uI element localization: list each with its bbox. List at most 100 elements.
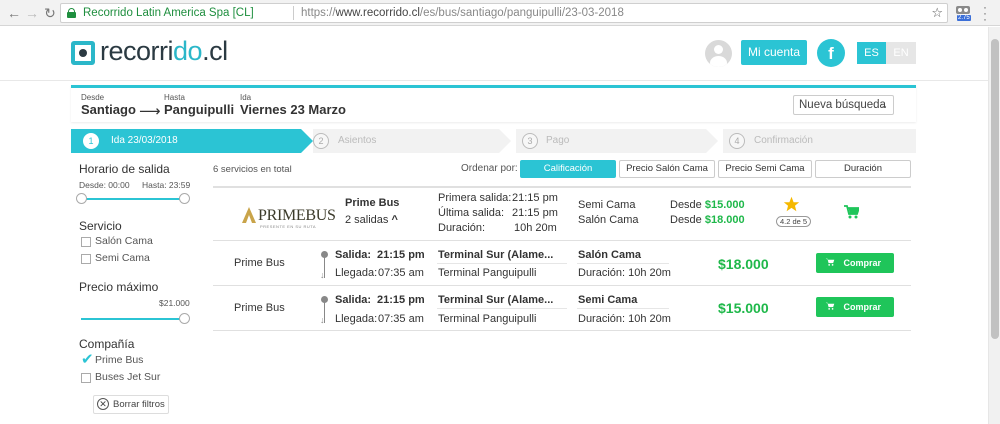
buy-label: Comprar [843,302,881,312]
company-option-label: Prime Bus [95,354,144,366]
trip-duration: Duración: 10h 20m [578,267,671,279]
logo-text-4: .cl [202,36,228,66]
address-bar[interactable]: Recorrido Latin America Spa [CL] https:/… [60,3,948,23]
buy-button[interactable]: Comprar [816,253,894,273]
new-search-label: Nueva búsqueda [799,99,886,111]
service-option-label: Semi Cama [95,252,150,264]
lang-en-button[interactable]: EN [886,42,916,64]
route-arrow-down-icon: ↓ [320,315,325,325]
service-semi-cama-checkbox[interactable] [81,254,91,264]
service-filter-title: Servicio [79,219,122,233]
departure-filter-title: Horario de salida [79,162,170,176]
logo-subtitle: PRESENTE EN SU RUTA [260,224,317,229]
cart-icon[interactable] [844,205,861,222]
price-max-handle[interactable] [179,313,190,324]
url-text: https://www.recorrido.cl/es/bus/santiago… [301,7,624,19]
page-scrollbar[interactable] [988,27,1000,424]
route-arrow-down-icon: ↓ [320,270,325,280]
chevron-down-icon: ⌄ [880,100,888,110]
buy-button[interactable]: Comprar [816,297,894,317]
logo-word: PRIMEBUS [258,207,336,224]
cart-icon [825,258,835,266]
route-arrow-icon: ⟶ [139,103,161,120]
arrival-time: 07:35 am [378,267,424,279]
url-separator [293,6,294,20]
extension-badge: 2.75 [957,15,971,21]
scroll-thumb[interactable] [991,39,999,339]
facebook-icon[interactable]: f [817,39,845,67]
first-departure-time: 21:15 pm [512,192,558,204]
step-label: Asientos [338,135,377,146]
arrival-time: 07:35 am [378,313,424,325]
step-number: 1 [83,133,99,149]
departure-time: 21:15 pm [377,249,425,261]
forward-arrow-icon[interactable]: → [22,3,42,23]
class-salon-cama: Salón Cama [578,214,639,226]
clear-filters-button[interactable]: ✕ Borrar filtros [93,395,169,414]
date-value: Viernes 23 Marzo [240,102,346,117]
browser-menu-icon[interactable]: · · · [983,1,987,25]
url-host: www.recorrido.cl [335,7,420,19]
new-search-dropdown[interactable]: Nueva búsqueda ⌄ [793,95,894,115]
user-avatar-icon[interactable] [705,40,732,67]
close-circle-icon: ✕ [97,398,109,410]
cart-icon [825,302,835,310]
date-label: Ida [240,93,252,102]
my-account-button[interactable]: Mi cuenta [741,40,807,65]
sort-salon-cama-button[interactable]: Precio Salón Cama [619,160,715,178]
departure-min-handle[interactable] [76,193,87,204]
trip-price: $15.000 [718,300,769,316]
company-jet-sur-checkbox[interactable] [81,373,91,383]
step-arrow [499,129,511,153]
arrival-label: Llegada: [335,267,378,279]
departure-to-label: Hasta: 23:59 [142,180,191,190]
search-summary: Desde Santiago ⟶ Hasta Panguipulli Ida V… [71,85,916,122]
origin-terminal: Terminal Sur (Alame... [438,294,554,306]
departures-toggle[interactable]: 2 salidas ^ [345,214,398,226]
departure-label: Salida: [335,294,372,306]
departure-label: Salida: [335,249,372,261]
service-salon-cama-checkbox[interactable] [81,237,91,247]
divider [577,308,669,309]
sort-semi-cama-button[interactable]: Precio Semi Cama [718,160,812,178]
sort-label: Ordenar por: [461,163,518,174]
class-semi-cama: Semi Cama [578,199,636,211]
step-label: Pago [546,135,570,146]
departure-time: 21:15 pm [377,294,425,306]
price-semi-cama: $15.000 [704,199,745,211]
site-logo[interactable]: recorrido.cl [100,36,228,67]
departure-from-label: Desde: 00:00 [79,180,130,190]
lang-es-button[interactable]: ES [857,42,886,64]
trip-price: $18.000 [718,256,769,272]
clear-filters-label: Borrar filtros [113,399,165,410]
logo-mark-icon[interactable] [71,41,95,65]
logo-text-3: do [173,36,203,66]
trip-company: Prime Bus [234,257,285,269]
step-label: Confirmación [754,135,813,146]
from-label: Desde [670,214,702,226]
reload-icon[interactable]: ↻ [40,3,60,23]
step-outbound[interactable]: 1 Ida 23/03/2018 [71,129,301,153]
divider [577,263,669,264]
price-range-track[interactable] [81,318,185,320]
logo-text-1: recorr [100,36,168,66]
results-count: 6 servicios en total [213,164,292,175]
back-arrow-icon[interactable]: ← [4,3,24,23]
rating-badge: 4.2 de 5 [776,216,812,227]
price-salon-cama: $18.000 [704,214,745,226]
last-departure-label: Última salida: [438,207,505,219]
departure-range-track[interactable] [81,198,185,200]
destination-terminal: Terminal Panguipulli [438,313,537,325]
company-filter-title: Compañía [79,337,135,351]
departure-max-handle[interactable] [179,193,190,204]
trip-class: Salón Cama [578,249,641,261]
site-identity: Recorrido Latin America Spa [CL] [83,7,254,19]
price-from-1: Desde $15.000 [670,199,745,211]
checkmark-icon[interactable]: ✔ [81,352,94,367]
sort-duration-button[interactable]: Duración [815,160,911,178]
bookmark-star-icon[interactable]: ☆ [931,5,943,21]
step-label: Ida 23/03/2018 [111,135,178,146]
extension-icon[interactable]: 2.75 [955,4,973,22]
company-card[interactable]: PRIMEBUS PRESENTE EN SU RUTA [213,186,911,241]
sort-rating-button[interactable]: Calificación [520,160,616,178]
